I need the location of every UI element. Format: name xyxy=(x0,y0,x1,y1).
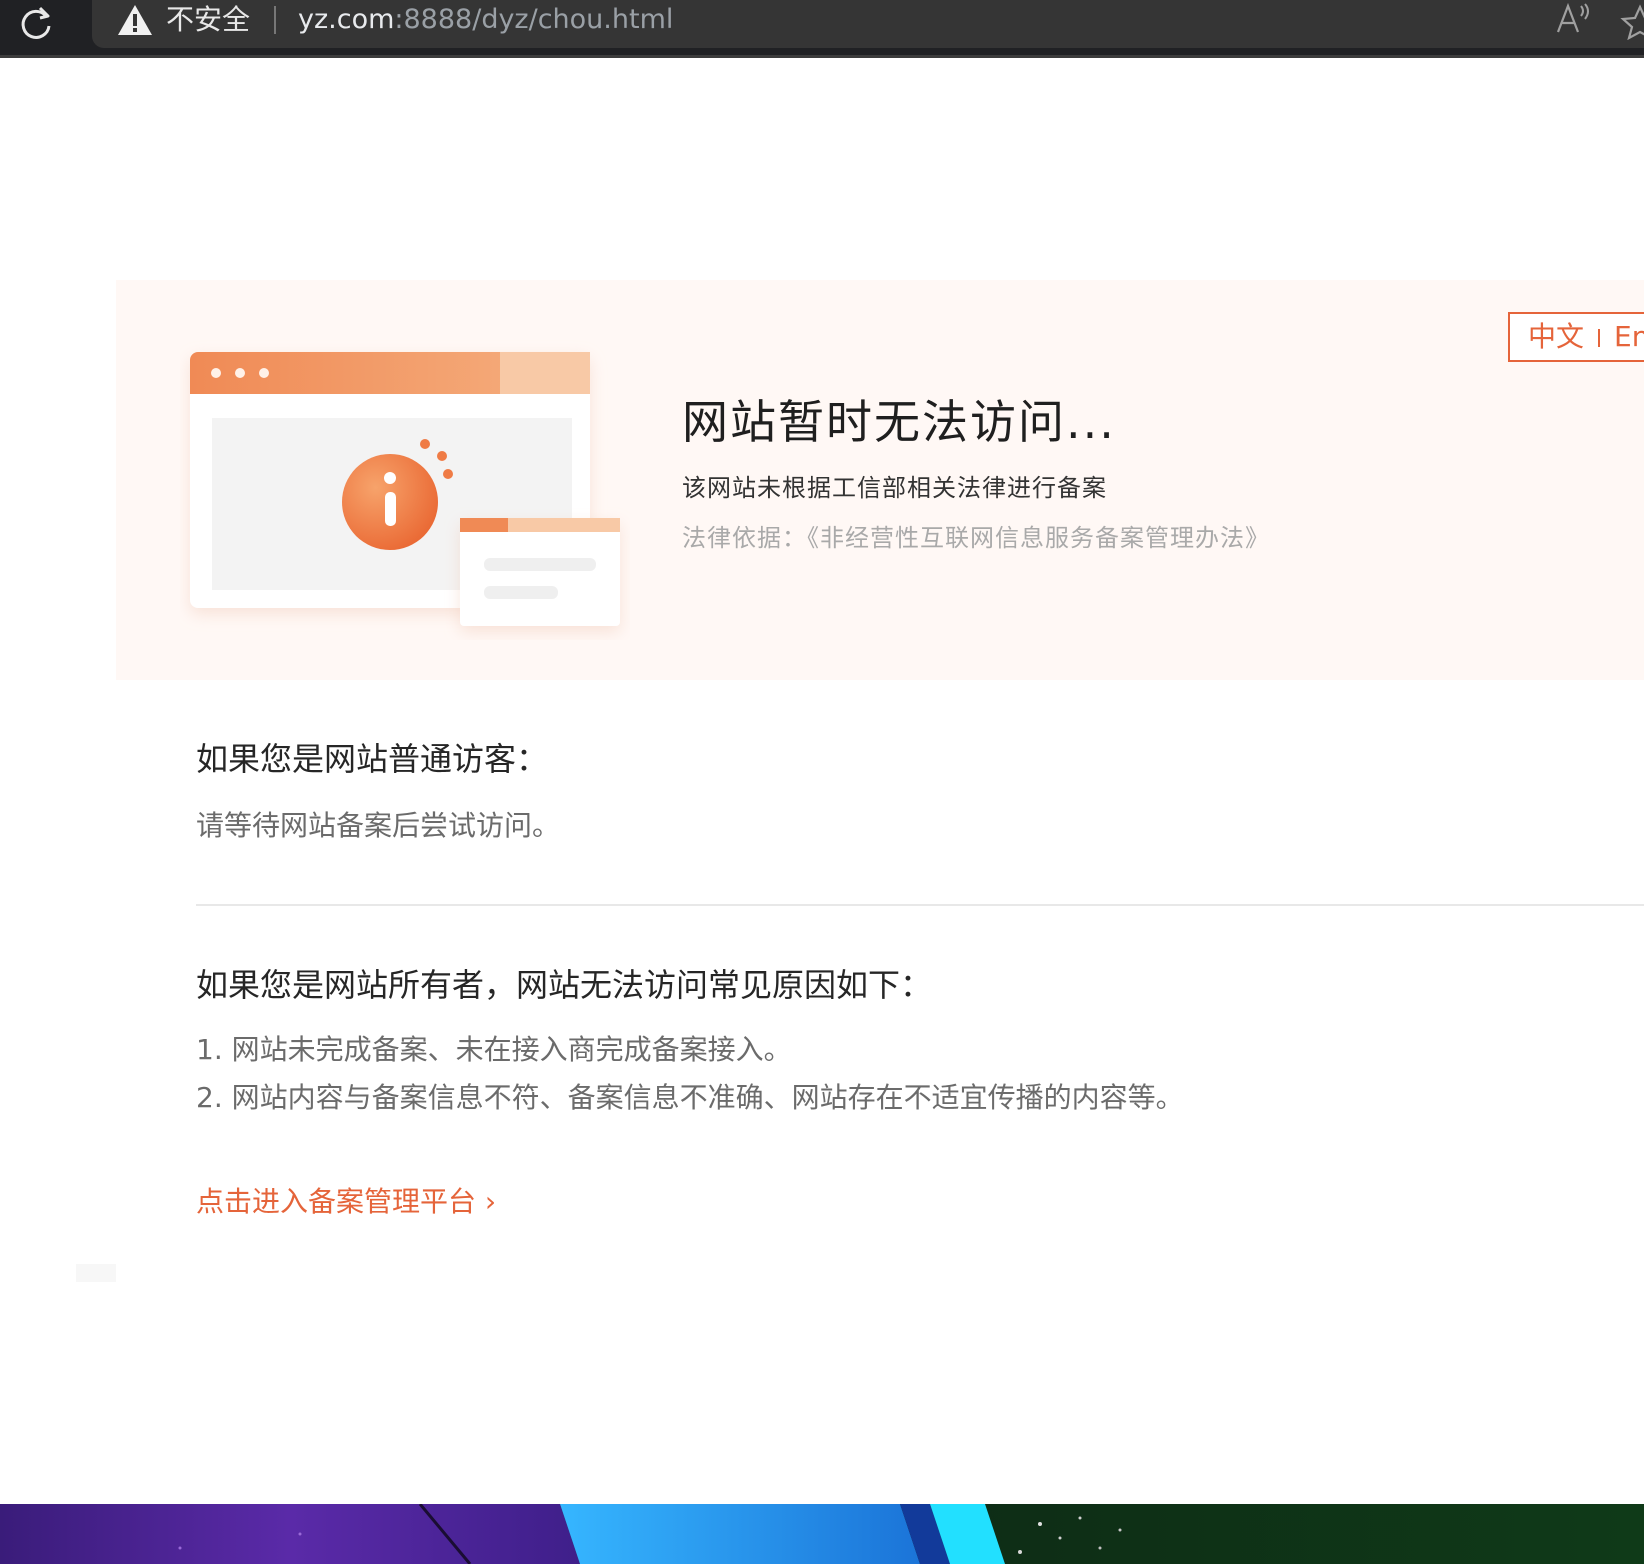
favorite-star-icon[interactable] xyxy=(1620,4,1644,40)
address-divider xyxy=(274,6,276,34)
page-title: 网站暂时无法访问... xyxy=(682,395,1116,449)
read-aloud-icon[interactable] xyxy=(1556,2,1592,36)
lang-zh[interactable]: 中文 xyxy=(1528,320,1584,353)
desktop-wallpaper xyxy=(0,1504,1644,1564)
legal-basis: 法律依据：《非经营性互联网信息服务备案管理办法》 xyxy=(682,524,1270,552)
url-text[interactable]: yz.com:8888/dyz/chou.html xyxy=(298,0,673,40)
url-host: yz.com xyxy=(298,4,395,35)
browser-error-illustration xyxy=(190,352,620,626)
hero-subtitle: 该网站未根据工信部相关法律进行备案 xyxy=(682,474,1107,502)
browser-toolbar: 不安全 yz.com:8888/dyz/chou.html xyxy=(0,0,1644,58)
security-status[interactable]: 不安全 xyxy=(166,0,250,40)
language-switch[interactable]: 中文 En xyxy=(1508,312,1644,362)
small-gray-block xyxy=(76,1264,116,1282)
section-divider xyxy=(196,904,1644,906)
lang-separator xyxy=(1598,329,1601,347)
url-path: :8888/dyz/chou.html xyxy=(394,4,674,35)
filing-platform-link[interactable]: 点击进入备案管理平台 › xyxy=(196,1180,496,1220)
reload-icon[interactable] xyxy=(16,4,56,44)
visitor-message: 请等待网站备案后尝试访问。 xyxy=(196,809,561,842)
reason-item: 2. 网站内容与备案信息不符、备案信息不准确、网站存在不适宜传播的内容等。 xyxy=(196,1081,1184,1114)
visitor-heading: 如果您是网站普通访客： xyxy=(196,740,549,778)
reason-item: 1. 网站未完成备案、未在接入商完成备案接入。 xyxy=(196,1033,792,1066)
lang-en[interactable]: En xyxy=(1614,320,1644,353)
warning-icon[interactable] xyxy=(116,2,154,38)
owner-heading: 如果您是网站所有者，网站无法访问常见原因如下： xyxy=(196,966,933,1004)
